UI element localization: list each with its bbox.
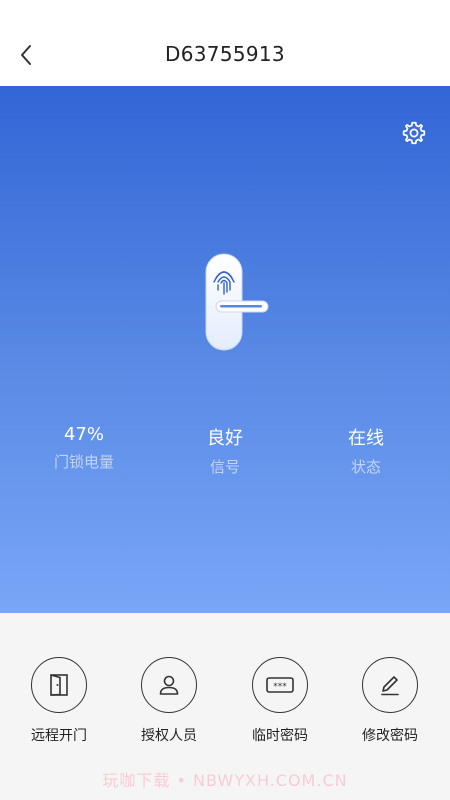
battery-stat: 47% 门锁电量	[24, 424, 144, 472]
status-label: 状态	[350, 458, 381, 476]
temporary-password-label: 临时密码	[252, 728, 308, 744]
signal-stat: 良好 信号	[165, 424, 285, 477]
password-icon: ***	[266, 677, 294, 693]
authorized-users-label: 授权人员	[141, 728, 197, 744]
status-stat: 在线 状态	[306, 424, 426, 477]
door-icon	[50, 674, 68, 696]
watermark-text: 玩咖下载 • NBWYXH.COM.CN	[102, 771, 348, 790]
pencil-icon	[381, 676, 399, 696]
temporary-password-button[interactable]: *** 临时密码	[225, 657, 335, 745]
page-title: D63755913	[165, 42, 285, 66]
settings-button[interactable]	[400, 119, 428, 147]
temporary-password-circle: ***	[252, 657, 308, 713]
top-bar: D63755913	[0, 0, 450, 86]
door-lock-illustration	[205, 253, 269, 351]
authorized-users-button[interactable]: 授权人员	[114, 657, 224, 745]
change-password-button[interactable]: 修改密码	[335, 657, 445, 745]
svg-text:***: ***	[273, 682, 287, 692]
gear-icon	[402, 121, 426, 145]
signal-label: 信号	[209, 458, 240, 476]
change-password-label: 修改密码	[362, 728, 418, 744]
user-icon	[159, 675, 179, 695]
remote-unlock-button[interactable]: 远程开门	[4, 657, 114, 745]
battery-label: 门锁电量	[53, 453, 114, 471]
remote-unlock-label: 远程开门	[31, 728, 87, 744]
status-value: 在线	[348, 428, 384, 449]
signal-value: 良好	[207, 428, 243, 449]
remote-unlock-circle	[31, 657, 87, 713]
lock-status-panel: 47% 门锁电量 良好 信号 在线 状态	[0, 86, 450, 613]
battery-value: 47%	[63, 424, 104, 445]
action-bar: 远程开门 授权人员 *** 临时密码 修改密码 玩咖下载 • NBWYXH.CO…	[0, 613, 450, 800]
authorized-users-circle	[141, 657, 197, 713]
change-password-circle	[362, 657, 418, 713]
lock-stats: 47% 门锁电量 良好 信号 在线 状态	[0, 424, 450, 484]
